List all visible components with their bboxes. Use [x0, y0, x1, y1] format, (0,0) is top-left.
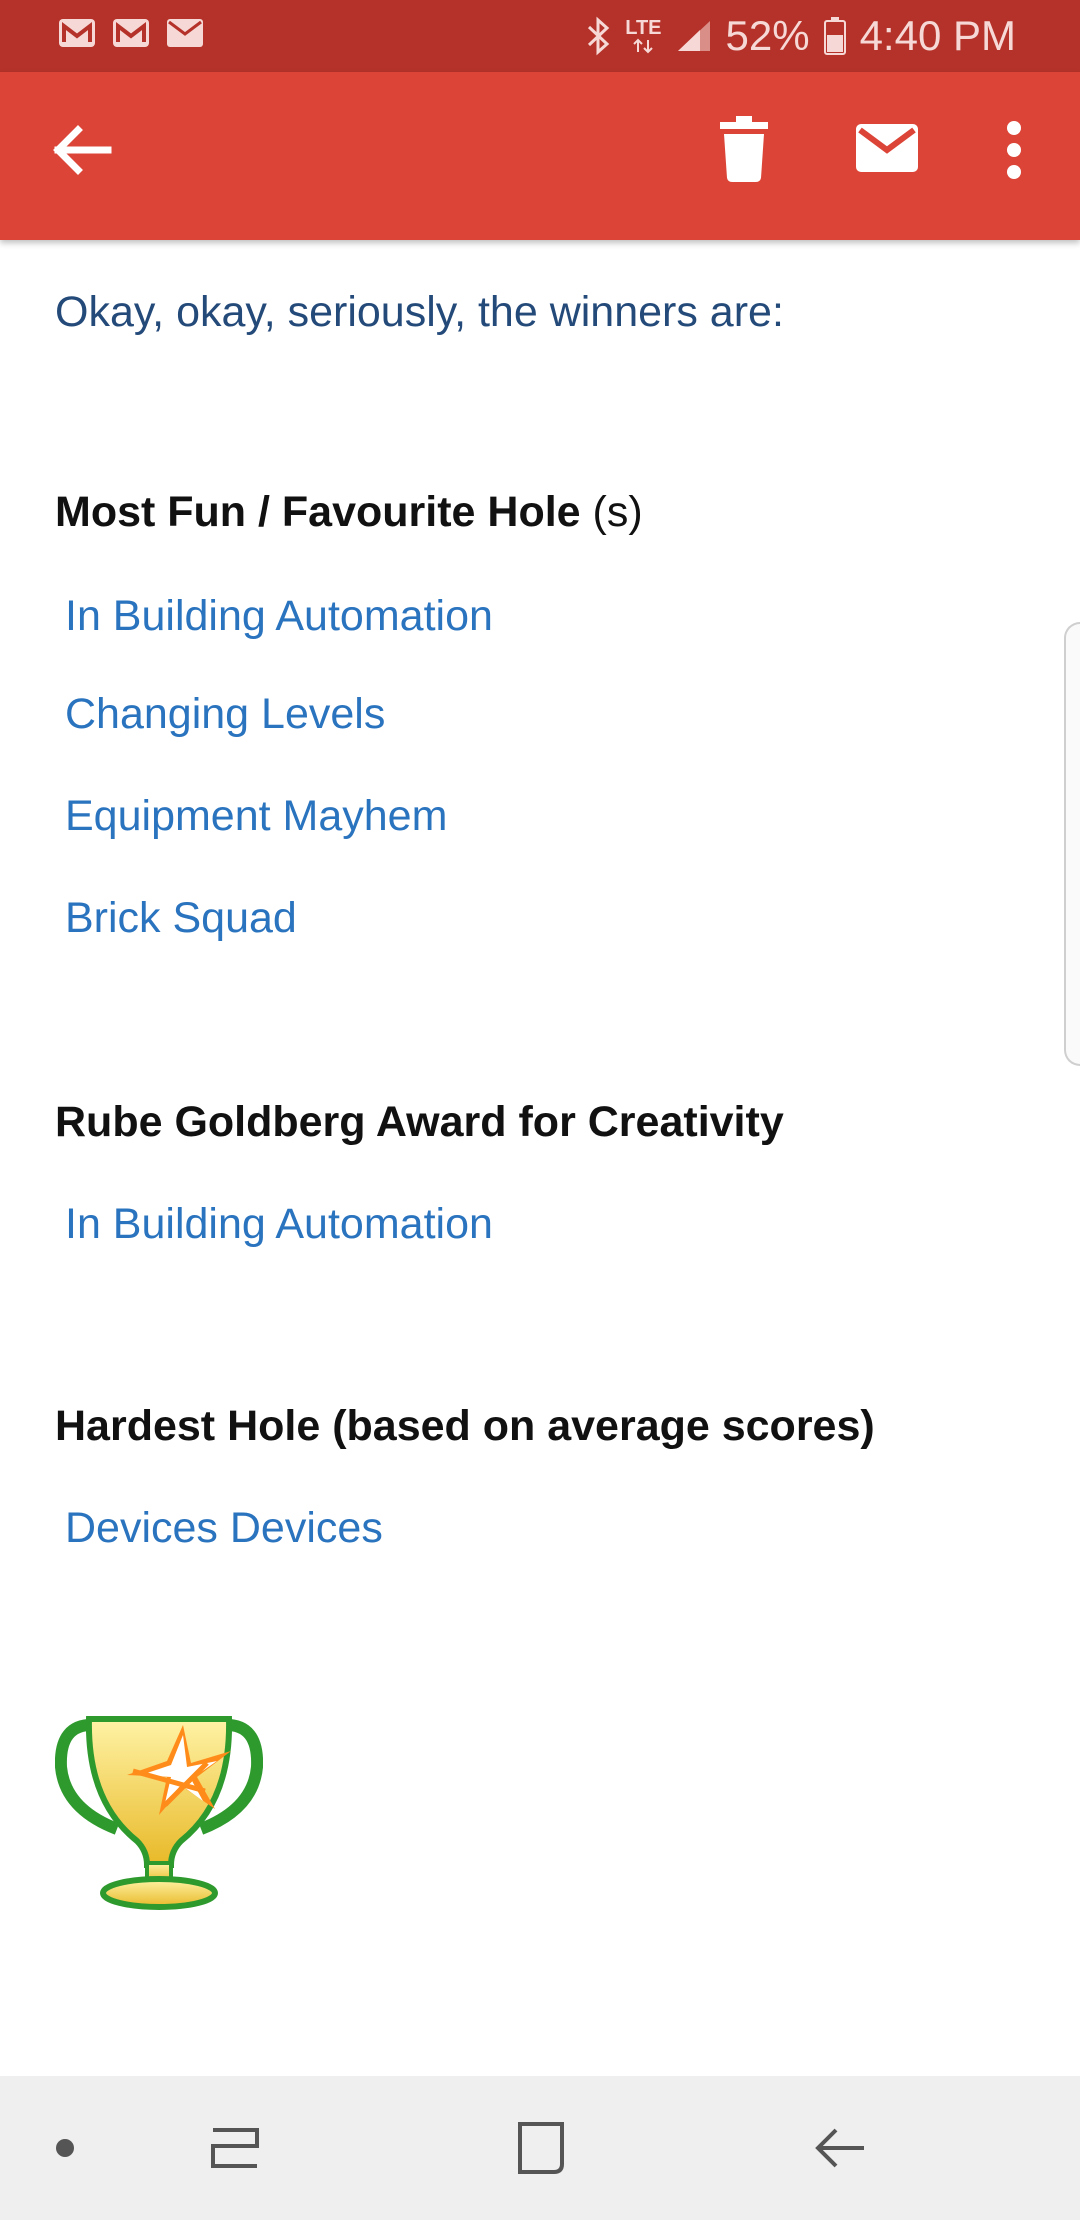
recents-button[interactable] — [190, 2076, 280, 2220]
more-options-button[interactable] — [996, 112, 1032, 188]
link-brick-squad[interactable]: Brick Squad — [65, 894, 297, 943]
lte-label: LTE — [625, 17, 662, 39]
battery-percent: 52% — [725, 12, 810, 59]
trophy-icon — [55, 1716, 263, 1910]
back-button[interactable] — [44, 112, 120, 188]
mark-unread-button[interactable] — [854, 118, 920, 178]
email-icon — [167, 19, 203, 47]
link-equipment-mayhem[interactable]: Equipment Mayhem — [65, 792, 447, 841]
section-title: Hardest Hole (based on average scores) — [55, 1402, 875, 1450]
trash-icon — [720, 116, 768, 182]
mail-icon — [856, 124, 918, 172]
app-bar — [0, 72, 1080, 240]
section-heading-most-fun: Most Fun / Favourite Hole (s) — [55, 488, 643, 537]
status-indicators: LTE 52% 4:40 PM — [585, 0, 1016, 72]
link-changing-levels[interactable]: Changing Levels — [65, 690, 385, 739]
signal-icon — [677, 21, 710, 51]
notification-icons — [58, 18, 204, 48]
delete-button[interactable] — [712, 112, 776, 188]
gmail-icon — [59, 19, 95, 47]
home-icon — [518, 2122, 564, 2174]
nav-dot-button[interactable] — [30, 2076, 100, 2220]
home-button[interactable] — [490, 2076, 590, 2220]
section-title: Most Fun / Favourite Hole — [55, 488, 581, 536]
clock: 4:40 PM — [859, 12, 1016, 59]
link-devices-devices[interactable]: Devices Devices — [65, 1504, 383, 1553]
recents-icon — [211, 2128, 259, 2168]
gmail-icon — [113, 19, 149, 47]
section-heading-rube-goldberg: Rube Goldberg Award for Creativity — [55, 1098, 784, 1147]
section-heading-hardest-hole: Hardest Hole (based on average scores) — [55, 1402, 875, 1451]
intro-text: Okay, okay, seriously, the winners are: — [55, 288, 784, 336]
navigation-bar — [0, 2076, 1080, 2220]
link-in-building-automation[interactable]: In Building Automation — [65, 592, 493, 641]
system-back-button[interactable] — [790, 2076, 890, 2220]
lte-indicator: LTE — [625, 17, 662, 54]
edge-panel-handle[interactable] — [1064, 622, 1080, 1066]
back-arrow-icon — [53, 125, 112, 175]
status-bar: LTE 52% 4:40 PM — [0, 0, 1080, 72]
section-title: Rube Goldberg Award for Creativity — [55, 1098, 784, 1146]
more-vert-icon — [1007, 121, 1021, 179]
battery-icon — [823, 17, 846, 55]
section-title-suffix: (s) — [592, 488, 643, 536]
data-arrows-icon — [633, 38, 654, 54]
bluetooth-icon — [588, 16, 610, 56]
back-icon — [815, 2128, 864, 2168]
dot-icon — [56, 2139, 74, 2157]
link-in-building-automation-2[interactable]: In Building Automation — [65, 1200, 493, 1249]
